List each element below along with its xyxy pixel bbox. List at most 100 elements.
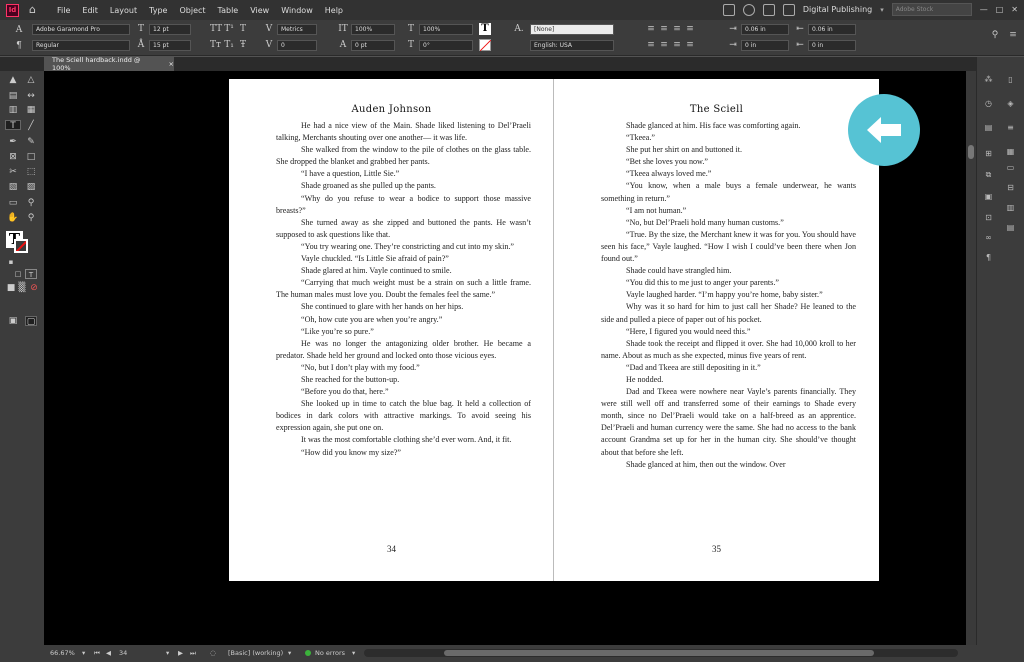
- font-size-field[interactable]: 12 pt: [149, 23, 191, 35]
- horizontal-scroll-thumb[interactable]: [444, 650, 874, 656]
- underline-icon[interactable]: T: [238, 24, 248, 34]
- menu-window[interactable]: Window: [275, 6, 319, 15]
- gradient-swatch-tool-icon[interactable]: ▧: [7, 182, 19, 192]
- page-left[interactable]: Auden Johnson He had a nice view of the …: [229, 79, 554, 581]
- articles-icon[interactable]: ▤: [983, 123, 994, 133]
- preflight-dropdown-icon[interactable]: ▾: [352, 649, 355, 657]
- subscript-icon[interactable]: T₁: [224, 40, 234, 50]
- cc-libraries-icon[interactable]: ⁂: [983, 75, 994, 85]
- back-button[interactable]: [848, 94, 920, 166]
- document-tab[interactable]: The Sciell hardback.indd @ 100% ×: [44, 56, 174, 72]
- menu-object[interactable]: Object: [173, 6, 211, 15]
- character-styles-icon[interactable]: ▤: [1005, 223, 1016, 233]
- zoom-level[interactable]: 66.67%: [50, 649, 75, 657]
- align-towards-spine-icon[interactable]: ≡: [685, 24, 695, 34]
- justify-all-icon[interactable]: ≡: [685, 40, 695, 50]
- horizontal-scale-field[interactable]: 100%: [419, 23, 473, 35]
- horizontal-scrollbar[interactable]: [364, 649, 958, 657]
- style-dropdown-icon[interactable]: ▾: [288, 649, 291, 657]
- zoom-tool-icon[interactable]: ⚲: [25, 213, 37, 223]
- menu-help[interactable]: Help: [319, 6, 349, 15]
- panel-menu-icon[interactable]: ≡: [1008, 30, 1018, 40]
- fill-stroke-icon[interactable]: T: [6, 231, 28, 253]
- publish-online-icon[interactable]: [722, 3, 735, 16]
- hyperlinks-icon[interactable]: ∞: [983, 233, 994, 243]
- chevron-down-icon[interactable]: ▾: [880, 6, 884, 14]
- last-page-icon[interactable]: ⏭: [190, 649, 196, 658]
- font-style-field[interactable]: Regular: [32, 39, 130, 51]
- text-frame-right[interactable]: Shade glanced at him. His face was comfo…: [601, 120, 856, 471]
- line-tool-icon[interactable]: ╱: [25, 121, 37, 131]
- vertical-scale-field[interactable]: 100%: [351, 23, 395, 35]
- normal-view-icon[interactable]: ▣: [7, 316, 19, 326]
- align-right-icon[interactable]: ≡: [672, 24, 682, 34]
- text-fill-icon[interactable]: T: [479, 23, 491, 35]
- scissors-tool-icon[interactable]: ✂: [7, 167, 19, 177]
- left-indent-field[interactable]: 0.06 in: [741, 23, 789, 35]
- note-tool-icon[interactable]: ▭: [7, 198, 19, 208]
- next-page-icon[interactable]: ▶: [178, 649, 183, 657]
- vertical-scroll-thumb[interactable]: [968, 145, 974, 159]
- all-caps-icon[interactable]: TT: [210, 24, 222, 34]
- type-tool-icon[interactable]: T: [5, 120, 21, 131]
- stroke-icon[interactable]: ≡: [1005, 123, 1016, 133]
- workspace-switcher[interactable]: Digital Publishing: [803, 5, 872, 14]
- gradient-icon[interactable]: ▭: [1005, 163, 1016, 173]
- rectangle-frame-tool-icon[interactable]: ⊠: [7, 152, 19, 162]
- font-family-field[interactable]: Adobe Garamond Pro: [32, 23, 130, 35]
- maximize-icon[interactable]: □: [996, 5, 1004, 14]
- preview-mode-icon[interactable]: ▢: [25, 316, 37, 327]
- pen-tool-icon[interactable]: ✒: [7, 137, 19, 147]
- paragraph-styles-icon[interactable]: ¶: [983, 253, 994, 263]
- first-line-indent-field[interactable]: 0 in: [741, 39, 789, 51]
- history-icon[interactable]: ◷: [983, 99, 994, 109]
- liquid-layout-icon[interactable]: ⊞: [983, 149, 994, 159]
- hand-tool-icon[interactable]: ✋: [7, 213, 19, 223]
- preflight-status[interactable]: No errors: [305, 649, 345, 657]
- apply-none-icon[interactable]: ⊘: [28, 283, 40, 293]
- swatches-icon[interactable]: ▦: [1005, 147, 1016, 157]
- pin-icon[interactable]: ⚲: [990, 30, 1000, 40]
- pasteboard[interactable]: Auden Johnson He had a nice view of the …: [44, 71, 966, 645]
- page-tool-icon[interactable]: ▤: [7, 91, 19, 101]
- align-left-icon[interactable]: ≡: [646, 24, 656, 34]
- lightbulb-icon[interactable]: [742, 3, 755, 16]
- right-indent-field[interactable]: 0.06 in: [808, 23, 856, 35]
- language-field[interactable]: English: USA: [530, 39, 614, 51]
- pencil-tool-icon[interactable]: ✎: [25, 137, 37, 147]
- buttons-icon[interactable]: ▣: [983, 192, 994, 202]
- kerning-field[interactable]: Metrics: [277, 23, 317, 35]
- formatting-container-icon[interactable]: □: [12, 269, 24, 279]
- text-stroke-none-icon[interactable]: [479, 39, 492, 52]
- menu-table[interactable]: Table: [212, 6, 245, 15]
- superscript-icon[interactable]: T¹: [224, 24, 234, 34]
- style-status[interactable]: [Basic] (working): [228, 649, 283, 657]
- direct-selection-tool-icon[interactable]: △: [25, 75, 37, 85]
- eyedropper-tool-icon[interactable]: ⚲: [25, 198, 37, 208]
- justify-left-icon[interactable]: ≡: [646, 40, 656, 50]
- default-colors-icon[interactable]: ▪: [5, 257, 17, 267]
- minimize-icon[interactable]: —: [980, 5, 988, 14]
- first-page-icon[interactable]: ⏮: [94, 649, 100, 658]
- home-icon[interactable]: ⌂: [29, 4, 41, 16]
- arrange-documents-icon[interactable]: [782, 3, 795, 16]
- animation-icon[interactable]: ⊡: [983, 213, 994, 223]
- rectangle-tool-icon[interactable]: □: [25, 152, 37, 162]
- page-number-field[interactable]: 34: [119, 649, 127, 657]
- menu-file[interactable]: File: [51, 6, 76, 15]
- justify-center-icon[interactable]: ≡: [659, 40, 669, 50]
- adobe-stock-search[interactable]: Adobe Stock: [891, 3, 972, 16]
- content-collector-icon[interactable]: ▥: [7, 105, 19, 115]
- menu-type[interactable]: Type: [143, 6, 173, 15]
- pages-icon[interactable]: ▯: [1005, 75, 1016, 85]
- close-icon[interactable]: ✕: [1011, 5, 1018, 14]
- baseline-shift-field[interactable]: 0 pt: [351, 39, 395, 51]
- skew-field[interactable]: 0°: [419, 39, 473, 51]
- text-frame-left[interactable]: He had a nice view of the Main. Shade li…: [276, 120, 531, 459]
- small-caps-icon[interactable]: Tт: [210, 40, 221, 50]
- close-tab-icon[interactable]: ×: [169, 60, 174, 68]
- open-page-icon[interactable]: ◌: [210, 649, 216, 657]
- free-transform-tool-icon[interactable]: ⬚: [25, 167, 37, 177]
- leading-field[interactable]: 15 pt: [149, 39, 191, 51]
- transform-icon[interactable]: ▥: [1005, 203, 1016, 213]
